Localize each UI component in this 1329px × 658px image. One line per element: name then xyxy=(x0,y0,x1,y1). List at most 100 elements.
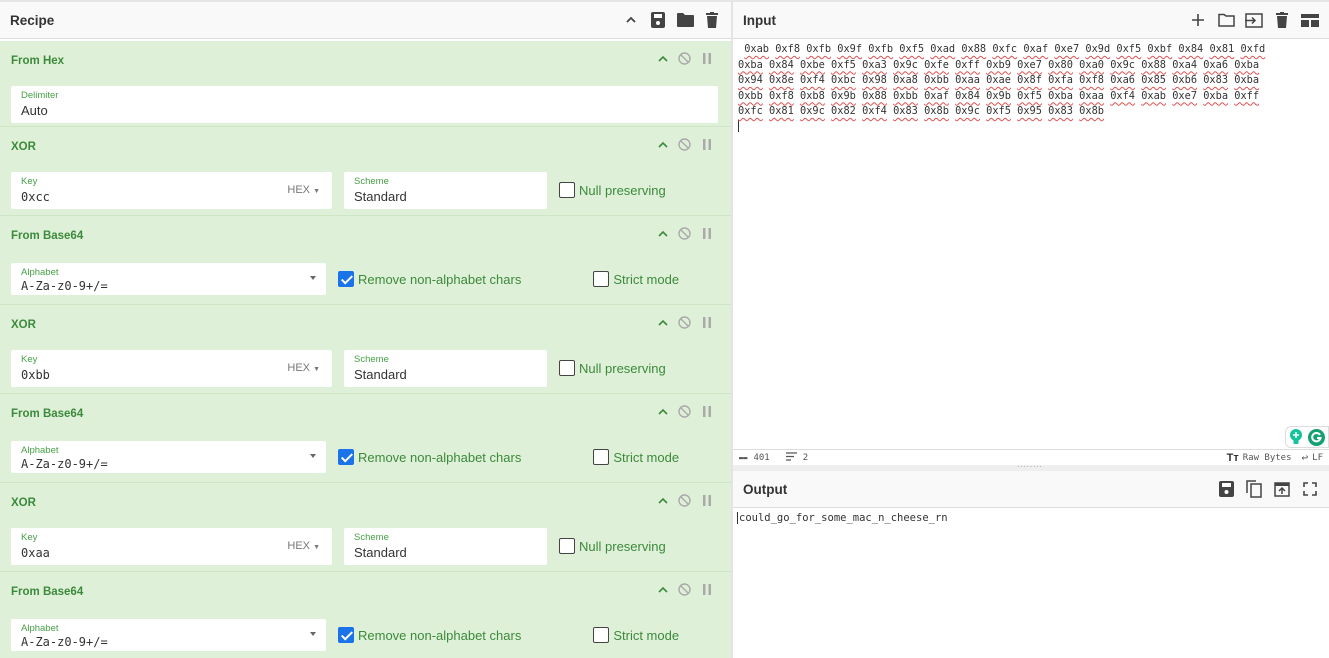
clear-input-icon[interactable] xyxy=(1273,11,1291,29)
add-tab-icon[interactable] xyxy=(1189,11,1207,29)
remove-non-alphabet-label: Remove non-alphabet chars xyxy=(358,271,522,287)
delimiter-field[interactable]: Delimiter Auto xyxy=(11,85,718,123)
hex-token: 0x8e xyxy=(769,74,794,86)
disable-op-icon[interactable] xyxy=(678,227,691,240)
collapse-op-icon[interactable] xyxy=(656,227,669,240)
output-header: Output xyxy=(733,471,1329,508)
grammarly-widget[interactable] xyxy=(1285,426,1329,448)
collapse-all-icon[interactable] xyxy=(622,11,640,29)
remove-non-alphabet-checkbox[interactable]: Remove non-alphabet chars xyxy=(338,271,521,287)
hex-token: 0xab xyxy=(1141,89,1167,102)
key-field[interactable]: Key 0xbb HEX ▼ xyxy=(11,349,332,387)
hex-token: 0x9c xyxy=(1110,58,1135,71)
collapse-op-icon[interactable] xyxy=(656,405,669,418)
remove-non-alphabet-checkbox[interactable]: Remove non-alphabet chars xyxy=(338,627,521,643)
breakpoint-op-icon[interactable] xyxy=(700,316,713,329)
checkbox-box[interactable] xyxy=(338,271,354,287)
alphabet-dropdown[interactable]: Alphabet A-Za-z0-9+/= xyxy=(11,441,326,473)
hex-token: 0xff xyxy=(1234,89,1260,102)
copy-output-icon[interactable] xyxy=(1245,480,1263,498)
key-format-dropdown[interactable]: HEX ▼ xyxy=(287,540,320,552)
maximise-output-icon[interactable] xyxy=(1301,480,1319,498)
hex-token: 0xfc xyxy=(992,43,1018,55)
operation-title: From Base64 xyxy=(11,586,84,598)
checkbox-box[interactable] xyxy=(593,627,610,643)
clear-recipe-icon[interactable] xyxy=(703,11,721,29)
alphabet-dropdown[interactable]: Alphabet A-Za-z0-9+/= xyxy=(11,263,326,295)
strict-mode-checkbox[interactable]: Strict mode xyxy=(593,627,679,643)
reset-layout-icon[interactable] xyxy=(1301,11,1319,29)
collapse-op-icon[interactable] xyxy=(656,52,669,65)
input-pane: Input 0xab 0xf8 0xfb 0x9f 0xfb 0xf5 0xad… xyxy=(733,0,1329,466)
disable-op-icon[interactable] xyxy=(678,138,691,151)
disable-op-icon[interactable] xyxy=(678,583,691,596)
collapse-op-icon[interactable] xyxy=(656,494,669,507)
checkbox-box[interactable] xyxy=(559,538,575,554)
hex-token: 0x95 xyxy=(1017,105,1042,117)
key-label: Key xyxy=(21,531,38,543)
checkbox-box[interactable] xyxy=(593,271,610,287)
breakpoint-op-icon[interactable] xyxy=(700,227,713,240)
key-field[interactable]: Key 0xcc HEX ▼ xyxy=(11,171,332,209)
scheme-field[interactable]: Scheme Standard xyxy=(344,527,547,565)
eol-selector[interactable]: ↩ LF xyxy=(1302,451,1323,464)
replace-input-icon[interactable] xyxy=(1273,480,1291,498)
hex-token: 0x83 xyxy=(1203,74,1229,86)
alphabet-value: A-Za-z0-9+/= xyxy=(21,279,108,293)
caret-down-icon xyxy=(310,454,316,458)
scheme-label: Scheme xyxy=(354,531,389,543)
save-output-icon[interactable] xyxy=(1217,480,1235,498)
remove-non-alphabet-checkbox[interactable]: Remove non-alphabet chars xyxy=(338,449,521,465)
strict-mode-checkbox[interactable]: Strict mode xyxy=(593,449,679,465)
caret-down-icon xyxy=(310,276,316,280)
output-pane: Output could_go_for_some_mac_n_cheese_rn xyxy=(733,471,1329,658)
collapse-op-icon[interactable] xyxy=(656,583,669,596)
strict-mode-checkbox[interactable]: Strict mode xyxy=(593,271,679,287)
disable-op-icon[interactable] xyxy=(678,316,691,329)
collapse-op-icon[interactable] xyxy=(656,316,669,329)
hex-token: 0x82 xyxy=(831,105,856,117)
grammarly-icon xyxy=(1308,428,1326,446)
hex-token: 0x98 xyxy=(862,74,887,86)
disable-op-icon[interactable] xyxy=(678,52,691,65)
alphabet-dropdown[interactable]: Alphabet A-Za-z0-9+/= xyxy=(11,619,326,651)
null-preserving-label: Null preserving xyxy=(579,538,666,554)
text-encoding-icon: Tт xyxy=(1226,451,1239,464)
disable-op-icon[interactable] xyxy=(678,494,691,507)
scheme-field[interactable]: Scheme Standard xyxy=(344,349,547,387)
save-recipe-icon[interactable] xyxy=(649,11,667,29)
checkbox-box[interactable] xyxy=(338,449,354,465)
disable-op-icon[interactable] xyxy=(678,405,691,418)
output-textarea[interactable]: could_go_for_some_mac_n_cheese_rn xyxy=(737,512,948,524)
null-preserving-checkbox[interactable]: Null preserving xyxy=(559,182,666,198)
open-folder-icon[interactable] xyxy=(1217,11,1235,29)
hex-token: 0xbe xyxy=(800,58,825,71)
key-format-dropdown[interactable]: HEX ▼ xyxy=(287,362,320,374)
breakpoint-op-icon[interactable] xyxy=(700,138,713,151)
open-file-icon[interactable] xyxy=(1245,11,1263,29)
scheme-field[interactable]: Scheme Standard xyxy=(344,171,547,209)
strict-mode-label: Strict mode xyxy=(613,449,680,465)
collapse-op-icon[interactable] xyxy=(656,138,669,151)
hex-token: 0x85 xyxy=(1141,74,1167,86)
breakpoint-op-icon[interactable] xyxy=(700,405,713,418)
recipe-header: Recipe xyxy=(0,2,731,39)
encoding-selector[interactable]: Tт Raw Bytes xyxy=(1227,452,1292,464)
null-preserving-checkbox[interactable]: Null preserving xyxy=(559,538,666,554)
hex-token: 0x84 xyxy=(769,58,794,71)
checkbox-box[interactable] xyxy=(593,449,610,465)
breakpoint-op-icon[interactable] xyxy=(700,52,713,65)
hex-token: 0x8b xyxy=(924,105,949,117)
breakpoint-op-icon[interactable] xyxy=(700,494,713,507)
scheme-value: Standard xyxy=(354,544,407,560)
key-format-label: HEX xyxy=(287,183,310,196)
key-format-dropdown[interactable]: HEX ▼ xyxy=(287,184,320,196)
checkbox-box[interactable] xyxy=(559,360,575,376)
checkbox-box[interactable] xyxy=(338,627,354,643)
checkbox-box[interactable] xyxy=(559,182,575,198)
load-recipe-icon[interactable] xyxy=(676,11,694,29)
input-textarea[interactable]: 0xab 0xf8 0xfb 0x9f 0xfb 0xf5 0xad 0x88 … xyxy=(738,42,1321,132)
key-field[interactable]: Key 0xaa HEX ▼ xyxy=(11,527,332,565)
null-preserving-checkbox[interactable]: Null preserving xyxy=(559,360,666,376)
breakpoint-op-icon[interactable] xyxy=(700,583,713,596)
